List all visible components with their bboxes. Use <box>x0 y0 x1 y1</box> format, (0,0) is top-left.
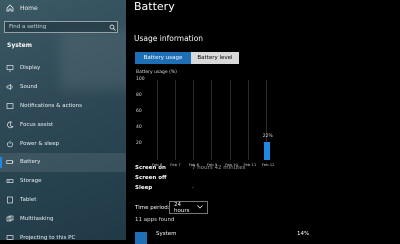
sleep-label: Sleep <box>135 185 153 191</box>
moon-icon <box>6 121 14 129</box>
sidebar-item-label: Display <box>20 65 41 72</box>
speaker-icon <box>6 83 14 91</box>
y-tick-label: 20 <box>136 141 142 146</box>
screen-on-label: Screen on <box>135 165 166 171</box>
time-period-label: Time period: <box>135 205 170 211</box>
y-tick-label: 60 <box>136 109 142 114</box>
multitasking-icon <box>6 215 14 223</box>
tab-battery-usage[interactable]: Battery usage <box>135 52 191 64</box>
bar-column <box>191 80 197 160</box>
system-app-icon <box>135 232 147 244</box>
apps-found-count: 11 apps found <box>135 217 175 223</box>
bar-track <box>229 80 231 160</box>
sidebar-item-storage[interactable]: Storage <box>0 172 126 191</box>
time-period-select[interactable]: 24 hours <box>169 201 208 214</box>
battery-usage-chart: Battery usage (%) 100 80 60 40 20 Feb 6 Feb 7F… <box>126 66 400 167</box>
main-panel: Battery Usage information Battery usage … <box>126 0 400 244</box>
sidebar-item-display[interactable]: Display <box>0 59 126 78</box>
settings-sidebar: Home System Display Sound Notifications & … <box>0 0 126 240</box>
sidebar-item-label: Storage <box>20 178 42 185</box>
search-icon[interactable] <box>107 24 117 31</box>
battery-icon <box>6 158 14 166</box>
page-title: Battery <box>134 0 175 13</box>
bar-track <box>156 80 158 160</box>
usage-tabs: Battery usage Battery level <box>135 52 239 64</box>
x-tick-label: Feb 7 <box>170 162 181 167</box>
chart-y-axis-label: Battery usage (%) <box>136 70 177 75</box>
sidebar-item-label: Focus assist <box>20 121 54 128</box>
bar <box>263 142 270 160</box>
usage-heading: Usage information <box>134 34 204 43</box>
bar-track <box>193 80 195 160</box>
sidebar-item-power-sleep[interactable]: Power & sleep <box>0 134 126 153</box>
sidebar-item-tablet[interactable]: Tablet <box>0 191 126 210</box>
app-usage-row[interactable]: System 14% <box>135 230 397 244</box>
bar-column <box>154 80 160 160</box>
sidebar-item-sound[interactable]: Sound <box>0 78 126 97</box>
section-title: System <box>7 42 32 49</box>
bar-column <box>227 80 233 160</box>
app-percent: 14% <box>297 231 310 237</box>
sidebar-item-projecting-to-this-pc[interactable]: Projecting to this PC <box>0 228 126 240</box>
sidebar-item-label: Battery <box>20 159 41 166</box>
app-name: System <box>156 231 177 237</box>
sleep-value: - <box>192 185 194 191</box>
sidebar-item-label: Sound <box>20 84 38 91</box>
screen-on-value: 7 hours 42 minutes <box>192 165 246 171</box>
sidebar-item-label: Multitasking <box>20 215 54 222</box>
sidebar-item-label: Power & sleep <box>20 140 60 147</box>
sidebar-item-label: Tablet <box>20 196 37 203</box>
power-icon <box>6 140 14 148</box>
bar-column <box>246 80 252 160</box>
notification-icon <box>6 102 14 110</box>
tab-battery-level[interactable]: Battery level <box>191 52 239 64</box>
bar-track <box>211 80 213 160</box>
home-icon <box>6 4 14 12</box>
data-label: 22% <box>262 134 273 140</box>
screen-off-label: Screen off <box>135 175 167 181</box>
time-period-value: 24 hours <box>174 201 190 214</box>
x-tick-label: Feb 12 <box>261 162 275 167</box>
home-label: Home <box>20 4 38 12</box>
search-box[interactable] <box>4 21 118 33</box>
y-tick-label: 80 <box>136 93 142 98</box>
y-tick-label: 100 <box>136 77 145 82</box>
bar-column <box>172 80 178 160</box>
sidebar-item-focus-assist[interactable]: Focus assist <box>0 115 126 134</box>
sidebar-item-label: Projecting to this PC <box>20 234 76 240</box>
bar-track <box>248 80 249 160</box>
bar-column <box>263 80 270 160</box>
bar-track <box>174 80 176 160</box>
tablet-icon <box>6 196 14 204</box>
chevron-down-icon <box>197 204 203 211</box>
search-input[interactable] <box>5 24 107 30</box>
home-nav[interactable]: Home <box>6 4 38 12</box>
sidebar-item-notifications-actions[interactable]: Notifications & actions <box>0 97 126 116</box>
sidebar-item-battery[interactable]: Battery <box>0 152 126 172</box>
bar-column <box>209 80 215 160</box>
sidebar-nav-list: Display Sound Notifications & actions Focus… <box>0 59 126 240</box>
sidebar-item-label: Notifications & actions <box>20 102 83 109</box>
projecting-icon <box>6 234 14 240</box>
storage-icon <box>6 177 14 185</box>
display-icon <box>6 64 14 72</box>
y-tick-label: 40 <box>136 125 142 130</box>
sidebar-item-multitasking[interactable]: Multitasking <box>0 209 126 228</box>
